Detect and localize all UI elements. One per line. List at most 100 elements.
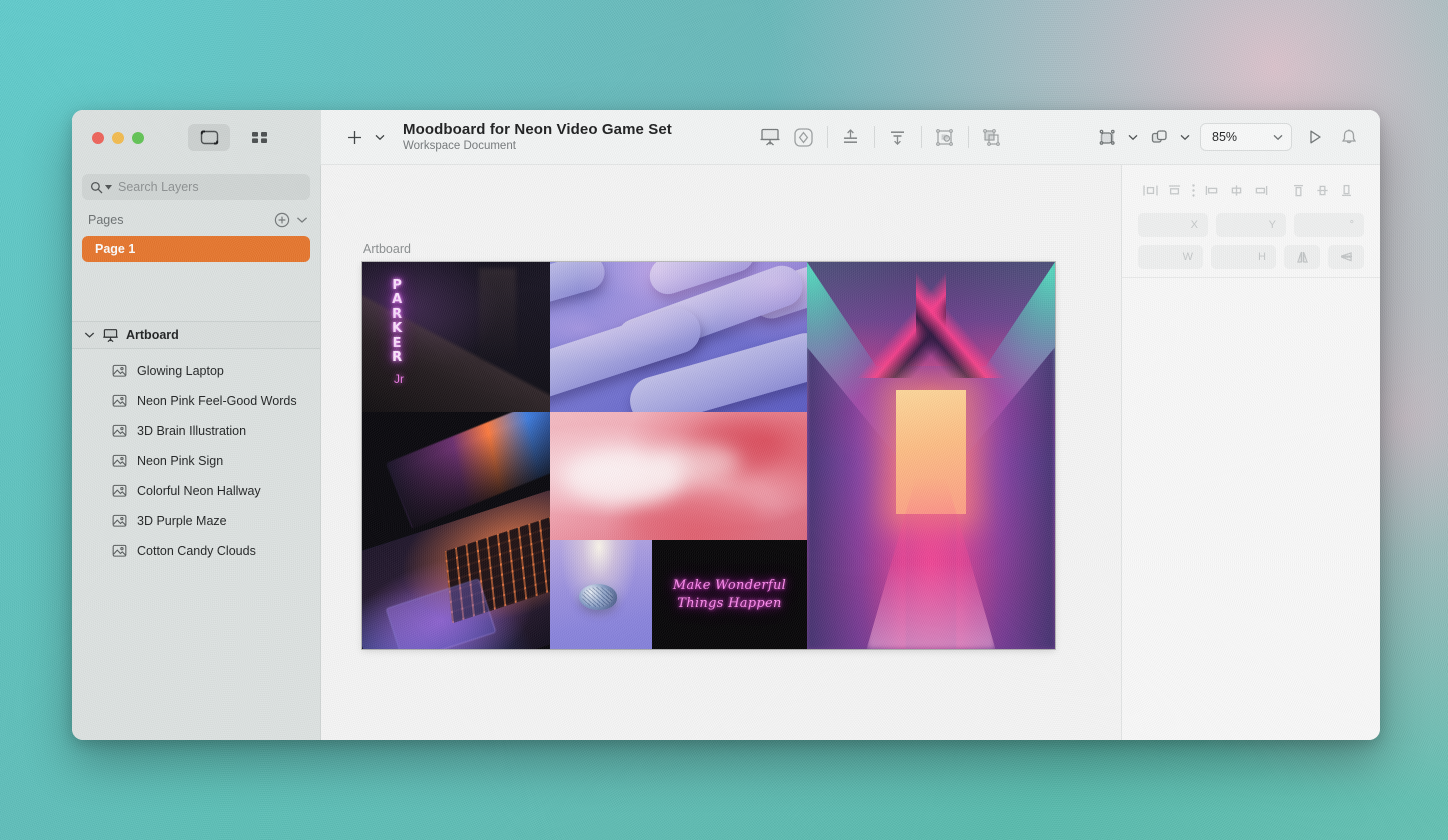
distribute-vertical-icon[interactable] — [881, 120, 915, 154]
tile-cotton-candy-clouds[interactable] — [550, 412, 807, 540]
layers-sidebar: Search Layers Pages Page 1 — [72, 165, 321, 740]
minimize-button[interactable] — [112, 132, 124, 144]
sidebar-item-page-1[interactable]: Page 1 — [82, 236, 310, 262]
app-window: Moodboard for Neon Video Game Set Worksp… — [72, 110, 1380, 740]
align-top-icon[interactable] — [834, 120, 868, 154]
transform-chevron-down-icon[interactable] — [1124, 120, 1142, 154]
list-item[interactable]: Neon Pink Sign — [72, 446, 320, 476]
list-item[interactable]: Glowing Laptop — [72, 356, 320, 386]
document-title-block: Moodboard for Neon Video Game Set Worksp… — [403, 121, 672, 152]
hallway-stripe-right — [916, 262, 1055, 378]
decor-stairs — [362, 295, 550, 412]
layer-label: Neon Pink Feel-Good Words — [137, 394, 297, 408]
image-icon — [112, 484, 127, 498]
titlebar-left-section — [72, 110, 321, 165]
close-button[interactable] — [92, 132, 104, 144]
sign-letter: K — [392, 322, 403, 337]
sign-tail-text: Jr — [394, 372, 403, 385]
image-icon — [112, 394, 127, 408]
layer-label: 3D Brain Illustration — [137, 424, 246, 438]
tile-3d-brain-illustration[interactable] — [550, 540, 652, 649]
flip-vertical-icon[interactable] — [1328, 245, 1364, 269]
image-icon — [112, 454, 127, 468]
image-icon — [112, 424, 127, 438]
search-input[interactable]: Search Layers — [82, 174, 310, 200]
add-chevron-down-icon[interactable] — [371, 120, 389, 154]
layers-icon[interactable] — [1142, 120, 1176, 154]
list-item[interactable]: Neon Pink Feel-Good Words — [72, 386, 320, 416]
toolbar-divider — [827, 126, 828, 148]
align-center-vertical-icon[interactable] — [1310, 178, 1334, 202]
alignment-divider-dots — [1186, 178, 1200, 202]
tile-3d-purple-maze[interactable] — [550, 262, 807, 412]
align-left-edge-icon[interactable] — [1200, 178, 1224, 202]
align-center-horizontal-icon[interactable] — [1162, 178, 1186, 202]
list-item[interactable]: 3D Brain Illustration — [72, 416, 320, 446]
tile-neon-pink-feel-good-words[interactable]: Make Wonderful Things Happen — [652, 540, 807, 649]
sign-letter: R — [392, 351, 403, 366]
sign-letter: P — [392, 279, 402, 294]
plus-circle-icon[interactable] — [274, 212, 290, 228]
mask-icon[interactable] — [928, 120, 962, 154]
artboard-icon — [102, 328, 119, 343]
tile-neon-pink-sign[interactable]: P A R K E R Jr — [362, 262, 550, 412]
align-bottom-icon[interactable] — [1334, 178, 1358, 202]
boolean-union-icon[interactable] — [975, 120, 1009, 154]
cloud-puff — [653, 443, 740, 481]
y-field-label: Y — [1269, 219, 1276, 231]
list-item[interactable]: 3D Purple Maze — [72, 506, 320, 536]
y-field[interactable]: Y — [1216, 213, 1286, 237]
search-wrapper: Search Layers — [72, 165, 320, 200]
add-button[interactable] — [337, 120, 371, 154]
layer-list: Glowing Laptop Neon Pink Feel-Good Words — [72, 349, 320, 566]
align-right-edge-icon[interactable] — [1248, 178, 1272, 202]
pages-collapse-chevron-down-icon[interactable] — [296, 216, 308, 224]
zoom-value: 85% — [1212, 130, 1273, 144]
align-middle-icon[interactable] — [1224, 178, 1248, 202]
rotation-field[interactable]: ° — [1294, 213, 1364, 237]
list-item[interactable]: Cotton Candy Clouds — [72, 536, 320, 566]
tile-glowing-laptop[interactable] — [362, 412, 550, 649]
tile-colorful-neon-hallway[interactable] — [807, 262, 1055, 649]
neon-words-line-1: Make Wonderful — [673, 578, 786, 593]
canvas-area[interactable]: Artboard P A R K E R — [321, 165, 1122, 740]
search-icon — [90, 181, 103, 194]
image-icon — [112, 364, 127, 378]
height-field-label: H — [1258, 251, 1266, 263]
diamond-shape-icon[interactable] — [787, 120, 821, 154]
artboard[interactable]: P A R K E R Jr — [362, 262, 1055, 649]
artboard-icon[interactable] — [753, 120, 787, 154]
artboard-label: Artboard — [363, 242, 411, 256]
transform-icon[interactable] — [1090, 120, 1124, 154]
parker-sign-text: P A R K E R — [392, 279, 403, 366]
alignment-divider — [1272, 178, 1286, 202]
image-icon — [112, 544, 127, 558]
group-expand-chevron-down-icon[interactable] — [84, 331, 95, 339]
align-top-icon[interactable] — [1286, 178, 1310, 202]
align-left-icon[interactable] — [1138, 178, 1162, 202]
layer-group-artboard[interactable]: Artboard — [72, 321, 320, 349]
sign-letter: R — [392, 308, 403, 323]
window-body: Search Layers Pages Page 1 — [72, 165, 1380, 740]
bell-icon[interactable] — [1332, 120, 1366, 154]
height-field[interactable]: H — [1211, 245, 1276, 269]
layers-chevron-down-icon[interactable] — [1176, 120, 1194, 154]
list-item[interactable]: Colorful Neon Hallway — [72, 476, 320, 506]
zoom-chevron-down-icon — [1273, 134, 1283, 141]
grid-view-toggle[interactable] — [238, 124, 280, 151]
canvas-view-toggle[interactable] — [188, 124, 230, 151]
x-field[interactable]: X — [1138, 213, 1208, 237]
search-placeholder: Search Layers — [118, 180, 199, 194]
title-bar: Moodboard for Neon Video Game Set Worksp… — [72, 110, 1380, 165]
width-field[interactable]: W — [1138, 245, 1203, 269]
zoom-select[interactable]: 85% — [1200, 123, 1292, 151]
inspector-panel: X Y ° W H — [1122, 165, 1380, 740]
layer-label: Colorful Neon Hallway — [137, 484, 261, 498]
play-icon[interactable] — [1298, 120, 1332, 154]
zoom-button[interactable] — [132, 132, 144, 144]
flip-horizontal-icon[interactable] — [1284, 245, 1320, 269]
page-item-label: Page 1 — [95, 242, 135, 256]
pages-label: Pages — [88, 213, 268, 227]
toolbar-divider — [921, 126, 922, 148]
alignment-toolbar — [1138, 177, 1364, 203]
